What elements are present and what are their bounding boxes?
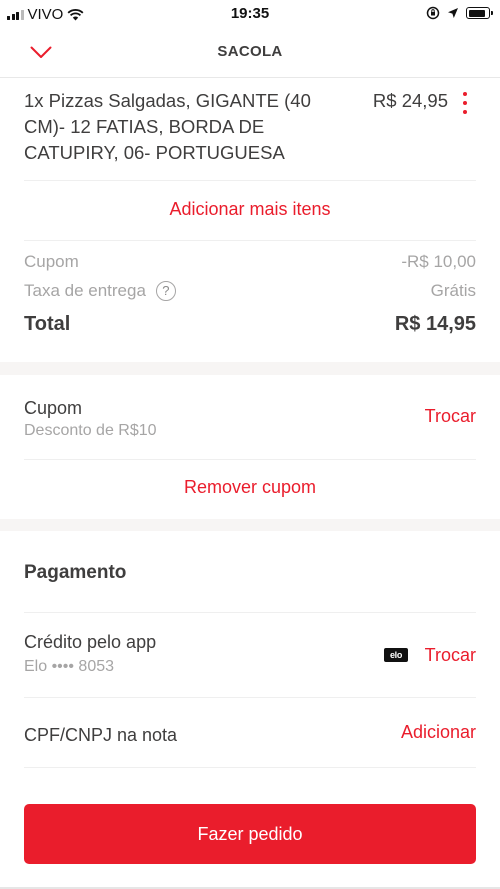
more-vertical-icon[interactable] [458,92,472,114]
delivery-fee-value: Grátis [430,281,476,300]
help-icon[interactable]: ? [155,281,176,301]
summary-coupon-label: Cupom [24,252,79,271]
coupon-subtitle: Desconto de R$10 [24,422,157,439]
item-price: R$ 24,95 [372,90,448,111]
location-arrow-icon [448,8,458,18]
delivery-fee-label: Taxa de entrega [24,281,146,300]
status-right [426,6,493,20]
delivery-fee-label-group: Taxa de entrega ? [24,281,176,301]
divider [24,240,476,241]
divider [24,180,476,181]
divider [24,767,476,768]
card-info: Elo •••• 8053 [24,658,115,675]
coupon-title: Cupom [24,398,83,418]
change-payment-button[interactable]: Trocar [425,645,476,666]
divider [24,459,476,460]
total-value: R$ 14,95 [394,313,476,335]
remove-coupon-button[interactable]: Remover cupom [0,477,500,498]
item-description: 1x Pizzas Salgadas, GIGANTE (40 CM)- 12 … [24,90,311,163]
place-order-button[interactable]: Fazer pedido [24,804,476,864]
header: SACOLA [0,28,500,78]
total-label: Total [24,313,71,335]
change-coupon-button[interactable]: Trocar [425,406,476,427]
status-time: 19:35 [230,5,270,22]
section-separator [0,362,500,375]
divider [24,612,476,613]
section-separator [0,519,500,531]
orientation-lock-icon [426,6,440,20]
cart-item[interactable]: 1x Pizzas Salgadas, GIGANTE (40 CM)- 12 … [24,88,476,180]
battery-level [468,9,485,17]
divider [24,697,476,698]
add-more-items-link[interactable]: Adicionar mais itens [0,199,500,220]
elo-card-icon: elo [384,648,408,662]
status-bar: VIVO 19:35 [0,0,500,28]
payment-method-title: Crédito pelo app [24,632,157,652]
page-title: SACOLA [217,43,283,60]
summary-coupon-value: -R$ 10,00 [401,252,476,271]
payment-section-title: Pagamento [24,562,127,583]
battery-icon [466,7,493,19]
invoice-label: CPF/CNPJ na nota [24,725,178,745]
add-tax-id-button[interactable]: Adicionar [401,722,476,743]
